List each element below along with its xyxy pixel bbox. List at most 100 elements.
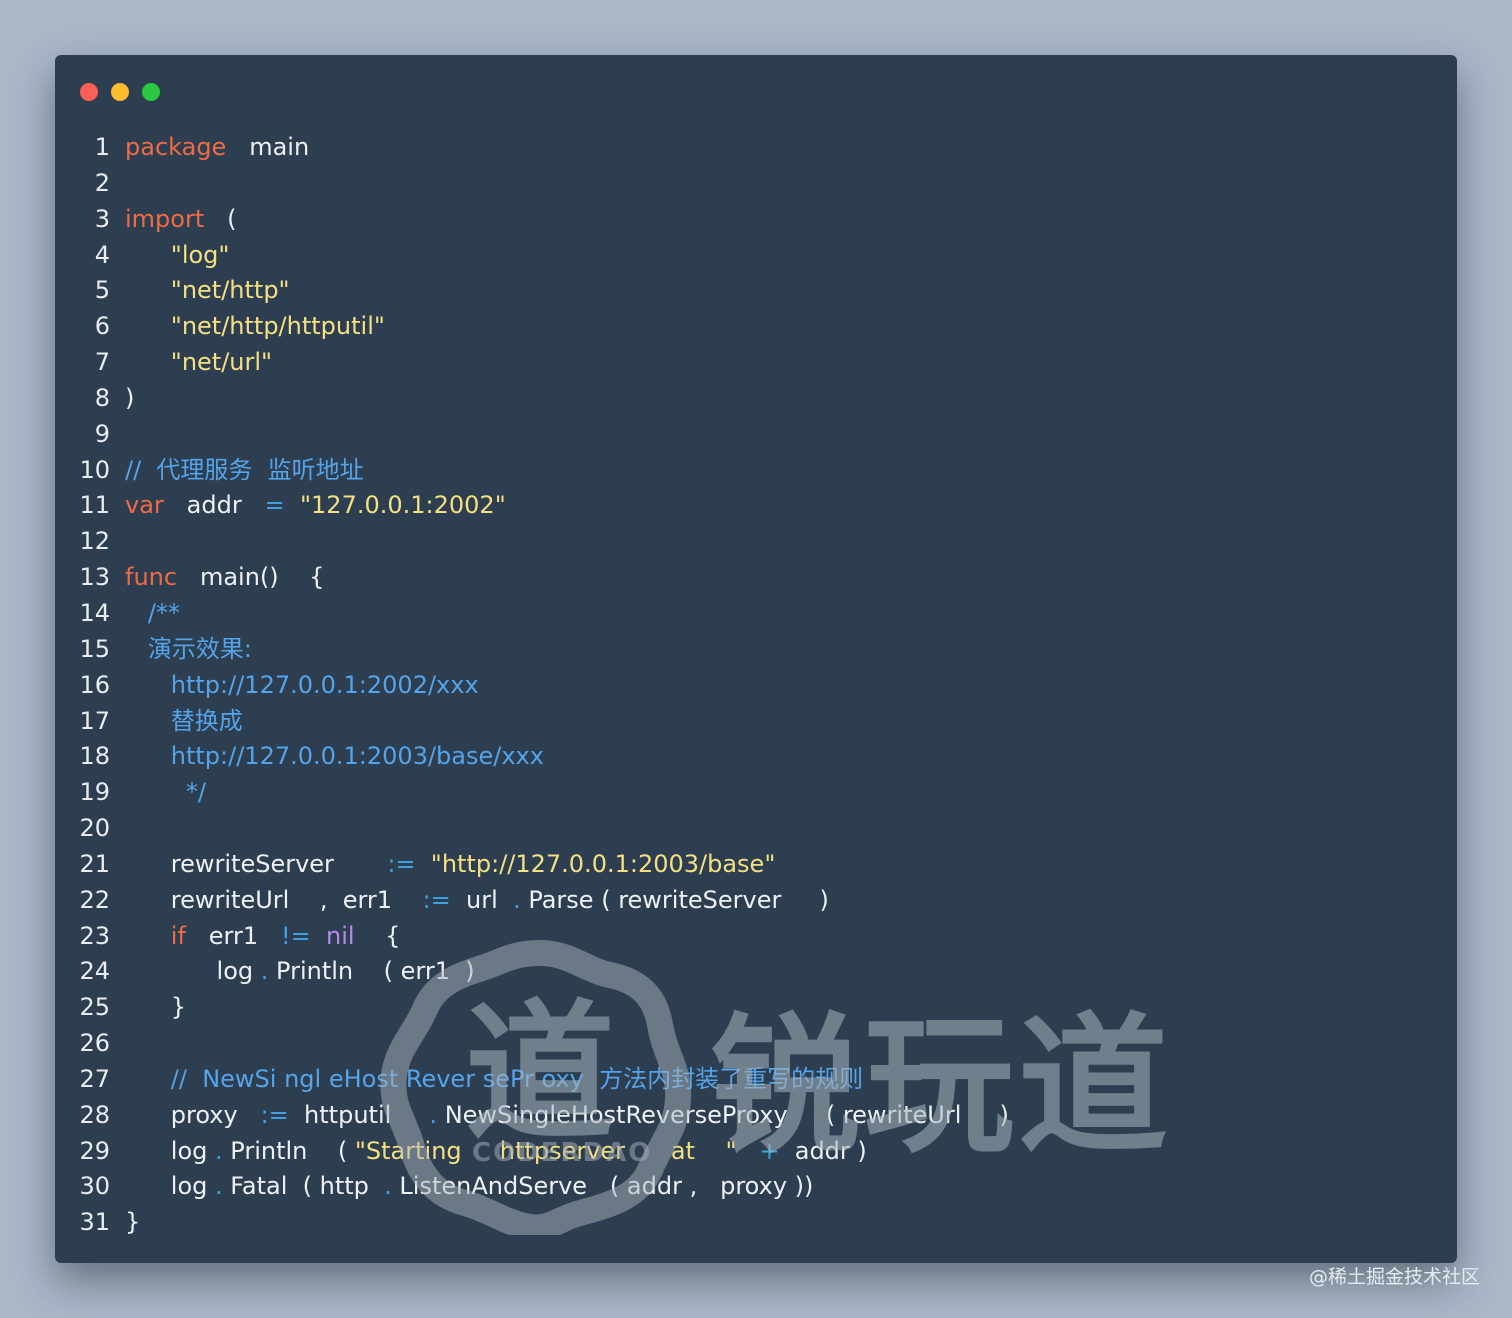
code-token: + [759, 1136, 780, 1165]
line-source: import ( [125, 202, 237, 238]
line-source: var addr = "127.0.0.1:2002" [125, 488, 506, 524]
code-line: 11 var addr = "127.0.0.1:2002" [55, 488, 1457, 524]
code-line: 7 "net/url" [55, 345, 1457, 381]
code-area: 1 package main 2 3 import (4 "log" 5 "net/htt… [55, 130, 1457, 1241]
line-source: http://127.0.0.1:2003/base/xxx [125, 739, 544, 775]
line-number: 31 [79, 1208, 110, 1237]
code-line: 21 rewriteServer := "http://127.0.0.1:20… [55, 847, 1457, 883]
line-source: http://127.0.0.1:2002/xxx [125, 668, 479, 704]
code-token: addr [163, 491, 257, 520]
code-token: != [281, 921, 311, 950]
code-token: rewriteServer [125, 849, 380, 878]
code-token: Println ( [222, 1136, 355, 1165]
code-line: 25 } [55, 990, 1457, 1026]
code-token: log [125, 1172, 215, 1201]
code-token: proxy [125, 1100, 253, 1129]
code-token: log [125, 957, 261, 986]
code-token: . [215, 1172, 223, 1201]
minimize-dot[interactable] [111, 83, 129, 101]
code-line: 14 /** [55, 596, 1457, 632]
line-number: 7 [94, 348, 110, 377]
code-token: ( [204, 204, 237, 233]
code-line: 8) [55, 381, 1457, 417]
line-source: func main() { [125, 560, 324, 596]
line-source: // NewSi ngl eHost Rever sePr oxy 方法内封装了… [125, 1062, 863, 1098]
line-source: log . Fatal ( http . ListenAndServe ( ad… [125, 1169, 814, 1205]
line-number: 1 [94, 133, 110, 161]
code-token: ListenAndServe ( addr , proxy )) [391, 1172, 814, 1201]
line-number: 26 [79, 1029, 110, 1058]
code-line: 24 log . Println ( err1 ) [55, 954, 1457, 990]
line-number: 12 [79, 527, 110, 556]
code-token: // 代理服务 监听地址 [125, 455, 364, 484]
line-number: 18 [79, 742, 110, 771]
maximize-dot[interactable] [142, 83, 160, 101]
code-token: } [125, 1208, 141, 1237]
code-line: 5 "net/http" [55, 273, 1457, 309]
code-token: "net/http" [170, 276, 290, 305]
code-line: 26 [55, 1026, 1457, 1062]
code-token: /** [125, 598, 180, 627]
line-number: 21 [79, 849, 110, 878]
code-token: "net/url" [170, 348, 273, 377]
close-dot[interactable] [80, 83, 98, 101]
line-number: 4 [94, 240, 110, 269]
code-token: NewSingleHostReverseProxy ( rewriteUrl ) [437, 1100, 1009, 1129]
code-token: main [226, 133, 310, 161]
code-token: http://127.0.0.1:2003/base/xxx [125, 742, 544, 771]
line-source: 演示效果: [125, 632, 252, 668]
line-source: } [125, 1205, 140, 1241]
code-token: 演示效果: [125, 634, 252, 663]
line-source: */ [125, 775, 206, 811]
line-number: 16 [79, 670, 110, 699]
code-token: { [354, 921, 401, 950]
line-source: package main [125, 130, 309, 166]
line-source: 替换成 [125, 704, 243, 740]
line-number: 15 [79, 634, 110, 663]
code-token: func [125, 563, 178, 592]
line-source: /** [125, 596, 180, 632]
line-number: 27 [79, 1064, 110, 1093]
code-line: 16 http://127.0.0.1:2002/xxx [55, 668, 1457, 704]
line-number: 14 [79, 598, 110, 627]
code-token: := [379, 849, 424, 878]
line-number: 3 [94, 204, 110, 233]
line-number: 10 [79, 455, 110, 484]
code-token: var [125, 491, 164, 520]
line-source: "net/http" [125, 273, 290, 309]
code-line: 22 rewriteUrl , err1 := url . Parse ( re… [55, 883, 1457, 919]
line-number: 23 [79, 921, 110, 950]
code-token: . [384, 1172, 392, 1201]
code-line: 31} [55, 1205, 1457, 1241]
code-token: url [458, 885, 514, 914]
code-token: // NewSi ngl eHost Rever sePr oxy 方法内封装了… [125, 1064, 864, 1093]
line-source: rewriteServer := "http://127.0.0.1:2003/… [125, 847, 776, 883]
code-token: ) [125, 383, 135, 412]
code-token: err1 [185, 921, 282, 950]
code-token: 替换成 [125, 706, 243, 735]
code-line: 9 [55, 417, 1457, 453]
code-token: "http://127.0.0.1:2003/base" [430, 849, 776, 878]
line-number: 13 [79, 563, 110, 592]
code-token: import [125, 204, 205, 233]
code-token: "net/http/httputil" [170, 312, 385, 341]
line-number: 28 [79, 1100, 110, 1129]
code-line: 15 演示效果: [55, 632, 1457, 668]
code-token: "Starting httpserver at " [354, 1136, 737, 1165]
line-source: rewriteUrl , err1 := url . Parse ( rewri… [125, 883, 829, 919]
code-line: 29 log . Println ( "Starting httpserver … [55, 1134, 1457, 1170]
code-line: 6 "net/http/httputil" [55, 309, 1457, 345]
window-controls [80, 83, 160, 101]
line-source: proxy := httputil . NewSingleHostReverse… [125, 1098, 1009, 1134]
code-token: if [170, 921, 186, 950]
line-source: ) [125, 381, 134, 417]
code-token: package [125, 133, 227, 161]
line-number: 20 [79, 814, 110, 843]
line-number: 24 [79, 957, 110, 986]
